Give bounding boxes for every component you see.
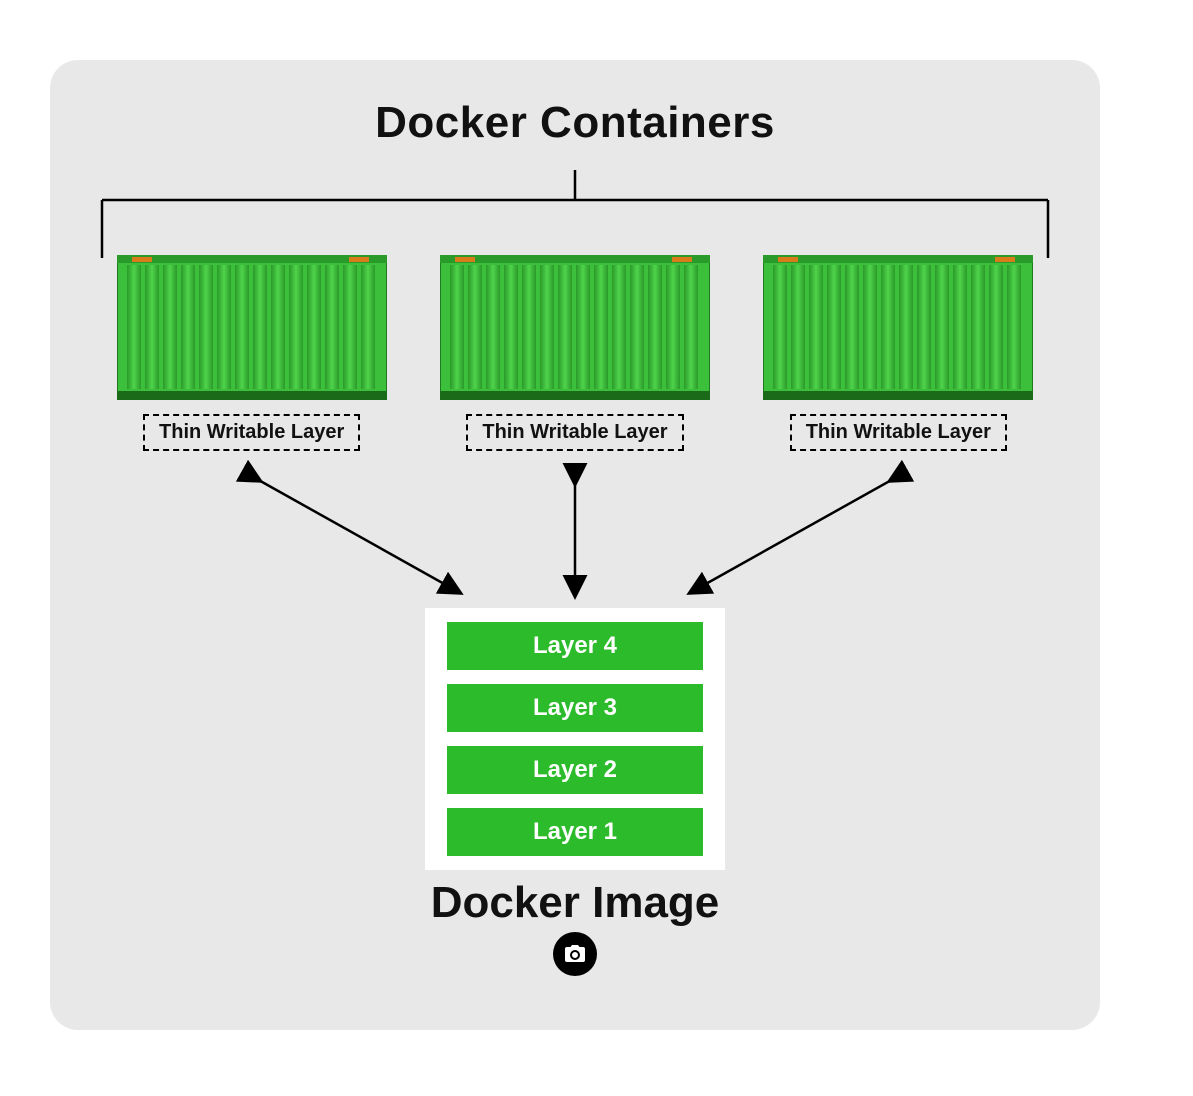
image-layer: Layer 1 [447, 808, 703, 856]
writable-layer-label: Thin Writable Layer [790, 414, 1007, 451]
writable-layer-label: Thin Writable Layer [466, 414, 683, 451]
containers-row: Thin Writable Layer [50, 255, 1100, 451]
arrows-group [50, 460, 1100, 620]
shipping-container-icon [763, 255, 1033, 400]
containers-bracket [100, 170, 1050, 260]
diagram-canvas: Docker Containers [50, 60, 1100, 1030]
camera-icon [553, 932, 597, 976]
shipping-container-icon [440, 255, 710, 400]
container-1: Thin Writable Layer [117, 255, 387, 451]
image-layer: Layer 2 [447, 746, 703, 794]
writable-layer-label: Thin Writable Layer [143, 414, 360, 451]
image-layer: Layer 4 [447, 622, 703, 670]
container-3: Thin Writable Layer [763, 255, 1033, 451]
docker-image-box: Layer 4 Layer 3 Layer 2 Layer 1 [425, 608, 725, 870]
container-2: Thin Writable Layer [440, 255, 710, 451]
title-docker-containers: Docker Containers [50, 98, 1100, 148]
image-layer: Layer 3 [447, 684, 703, 732]
shipping-container-icon [117, 255, 387, 400]
title-docker-image: Docker Image [50, 878, 1100, 928]
